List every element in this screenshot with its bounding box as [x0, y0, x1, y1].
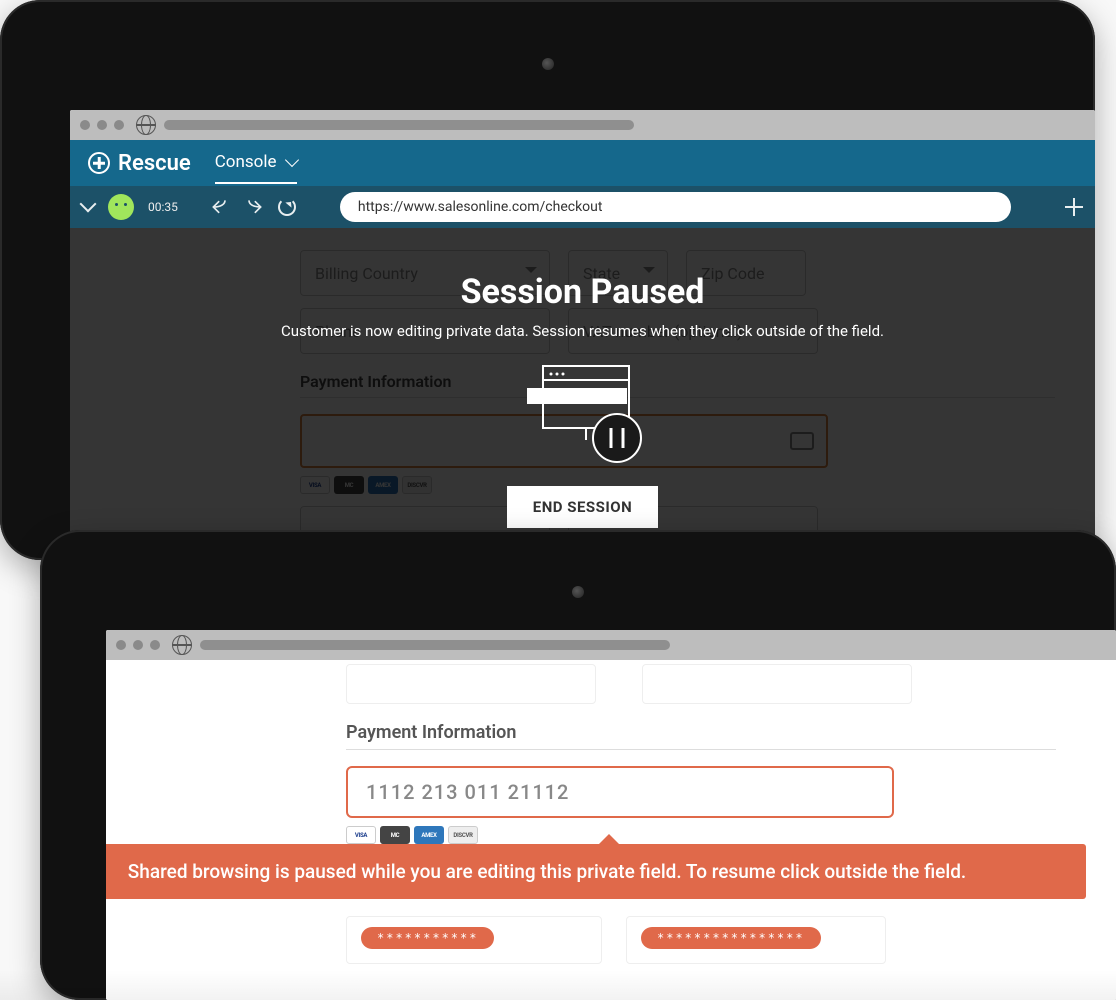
- page-shadow: [0, 970, 1116, 1000]
- visa-logo: VISA: [346, 826, 376, 844]
- app-header: Rescue Console: [70, 140, 1095, 186]
- browser-url-placeholder[interactable]: [200, 640, 670, 650]
- traffic-light[interactable]: [80, 120, 90, 130]
- nav-console-label: Console: [215, 152, 277, 172]
- brand-name: Rescue: [118, 151, 191, 176]
- chevron-down-icon: [284, 153, 298, 167]
- customer-device-frame: Payment Information 1112 213 011 21112 V…: [40, 530, 1116, 1000]
- customer-avatar[interactable]: [108, 194, 134, 220]
- masked-field[interactable]: ***********: [346, 916, 602, 964]
- masked-value: ***********: [361, 927, 494, 949]
- customer-screen: Payment Information 1112 213 011 21112 V…: [106, 630, 1116, 1000]
- prev-field[interactable]: [642, 664, 912, 704]
- discover-logo: DISCVR: [448, 826, 478, 844]
- mastercard-logo: MC: [380, 826, 410, 844]
- masked-field[interactable]: ****************: [626, 916, 886, 964]
- browser-chrome: [70, 110, 1095, 140]
- camera-icon: [572, 586, 584, 598]
- back-icon[interactable]: [210, 197, 230, 217]
- rescue-logo-icon: [88, 152, 110, 174]
- brand: Rescue: [88, 151, 191, 176]
- agent-device-frame: Rescue Console 00:35 https://www.saleson…: [0, 0, 1095, 560]
- traffic-light[interactable]: [97, 120, 107, 130]
- plus-icon[interactable]: [1065, 198, 1083, 216]
- agent-screen: Rescue Console 00:35 https://www.saleson…: [70, 110, 1095, 560]
- browser-chrome: [106, 630, 1116, 660]
- pause-graphic-icon: [513, 360, 653, 470]
- traffic-light[interactable]: [114, 120, 124, 130]
- overlay-title: Session Paused: [461, 272, 705, 312]
- payment-section-title: Payment Information: [346, 722, 1056, 743]
- amex-logo: AMEX: [414, 826, 444, 844]
- overlay-message: Customer is now editing private data. Se…: [281, 322, 884, 340]
- window-controls[interactable]: [116, 640, 164, 650]
- session-timer: 00:35: [148, 200, 178, 214]
- card-brand-logos: VISA MC AMEX DISCVR: [346, 826, 1056, 844]
- traffic-light[interactable]: [133, 640, 143, 650]
- forward-icon[interactable]: [244, 197, 264, 217]
- divider: [346, 749, 1056, 750]
- collapse-icon[interactable]: [80, 196, 97, 213]
- globe-icon: [136, 115, 156, 135]
- session-toolbar: 00:35 https://www.salesonline.com/checko…: [70, 186, 1095, 228]
- camera-icon: [542, 58, 554, 70]
- session-url: https://www.salesonline.com/checkout: [358, 199, 603, 215]
- end-session-button[interactable]: END SESSION: [507, 486, 658, 528]
- globe-icon: [172, 635, 192, 655]
- customer-page: Payment Information 1112 213 011 21112 V…: [106, 660, 1116, 1000]
- refresh-icon[interactable]: [278, 198, 296, 216]
- masked-value: ****************: [641, 927, 821, 949]
- card-number-input[interactable]: 1112 213 011 21112: [346, 766, 894, 818]
- traffic-light[interactable]: [116, 640, 126, 650]
- browser-url-placeholder[interactable]: [164, 120, 634, 130]
- masked-fields-row: *********** ****************: [346, 916, 1056, 964]
- agent-viewport: Billing Country State Zip Code Phone: [70, 228, 1095, 560]
- window-controls[interactable]: [80, 120, 128, 130]
- session-url-input[interactable]: https://www.salesonline.com/checkout: [340, 192, 1011, 222]
- card-number-value: 1112 213 011 21112: [366, 780, 569, 804]
- session-paused-overlay: Session Paused Customer is now editing p…: [70, 228, 1095, 560]
- nav-console[interactable]: Console: [215, 142, 297, 184]
- privacy-banner-text: Shared browsing is paused while you are …: [128, 860, 966, 883]
- prev-field[interactable]: [346, 664, 596, 704]
- privacy-banner: Shared browsing is paused while you are …: [106, 844, 1086, 899]
- traffic-light[interactable]: [150, 640, 160, 650]
- face-icon: [114, 203, 128, 211]
